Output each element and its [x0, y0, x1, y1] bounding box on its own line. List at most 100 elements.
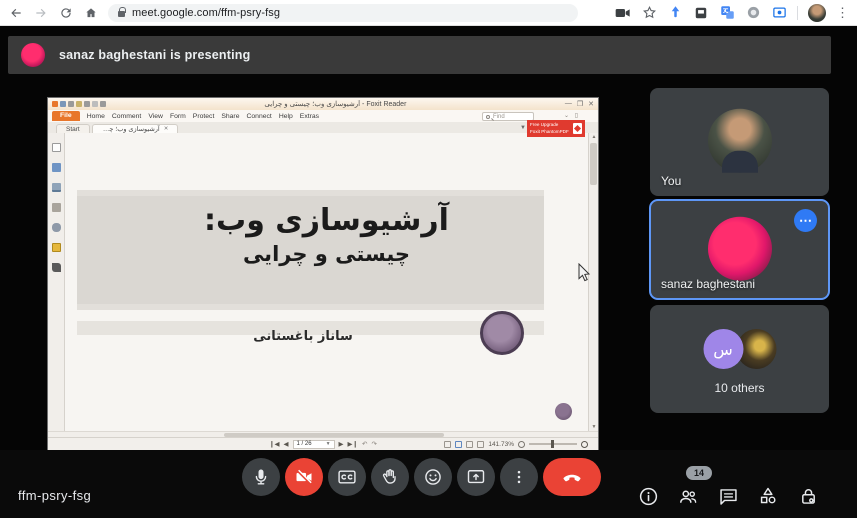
foxit-window-title: آرشیوسازی وب؛ چیستی و چرایی - Foxit Read…	[109, 100, 562, 108]
zoom-level[interactable]: 141.73%	[488, 441, 514, 448]
extension-dark-icon[interactable]	[693, 5, 709, 21]
raise-hand-button[interactable]	[371, 458, 409, 496]
microphone-button[interactable]	[242, 458, 280, 496]
comments-panel-icon[interactable]	[52, 203, 61, 212]
signature-panel-icon[interactable]	[52, 263, 61, 272]
continuous-view-icon[interactable]	[455, 441, 462, 448]
foxit-quick-access-icons[interactable]	[52, 101, 106, 107]
extension-arrow-icon[interactable]	[667, 5, 683, 21]
prev-page-icon[interactable]: ◀	[284, 440, 289, 448]
menu-extras[interactable]: Extras	[300, 113, 319, 120]
scroll-up-icon[interactable]: ▲	[589, 134, 599, 140]
menu-help[interactable]: Help	[279, 113, 293, 120]
bookmarks-panel-icon[interactable]	[52, 143, 61, 152]
participants-icon[interactable]	[677, 484, 699, 508]
forward-icon[interactable]	[33, 5, 49, 21]
next-page-icon[interactable]: ▶	[339, 440, 344, 448]
mouse-cursor	[578, 263, 591, 287]
chat-icon[interactable]	[717, 484, 739, 508]
zoom-slider-thumb[interactable]	[551, 440, 554, 448]
slide-title: آرشیوسازی وب: چیستی و چرایی	[65, 201, 588, 266]
camera-indicator-icon[interactable]	[615, 5, 631, 21]
meeting-details-icon[interactable]	[637, 484, 659, 508]
menu-comment[interactable]: Comment	[112, 113, 141, 120]
layers-panel-icon[interactable]	[52, 183, 61, 192]
snapshot-icon[interactable]	[100, 101, 106, 107]
browser-menu-icon[interactable]: ⋮	[836, 8, 849, 18]
continuous-facing-view-icon[interactable]	[477, 441, 484, 448]
slide-title-line1: آرشیوسازی وب:	[65, 201, 588, 242]
presenting-banner: sanaz baghestani is presenting	[8, 36, 831, 74]
prev-view-icon[interactable]: ↶	[362, 440, 367, 448]
close-icon[interactable]: ✕	[588, 100, 594, 108]
next-view-icon[interactable]: ↷	[371, 440, 376, 448]
undo-icon[interactable]	[84, 101, 90, 107]
zoom-slider[interactable]	[529, 443, 577, 445]
host-controls-icon[interactable]	[797, 484, 819, 508]
tile-sanaz-baghestani[interactable]: ⋯ sanaz baghestani	[650, 200, 829, 299]
zoom-out-icon[interactable]	[518, 441, 525, 448]
zoom-in-icon[interactable]	[581, 441, 588, 448]
url-text[interactable]: meet.google.com/ffm-psry-fsg	[132, 7, 280, 19]
https-lock-icon	[118, 11, 125, 17]
attachments-panel-icon[interactable]	[52, 223, 61, 232]
menu-protect[interactable]: Protect	[193, 113, 215, 120]
reactions-button[interactable]	[414, 458, 452, 496]
email-icon[interactable]	[76, 101, 82, 107]
activities-icon[interactable]	[757, 484, 779, 508]
menu-form[interactable]: Form	[170, 113, 186, 120]
find-tools-icons[interactable]: ⌄ ▯	[564, 112, 580, 119]
page-number-box[interactable]: 1 / 26 ▼	[293, 440, 335, 449]
tab-list-caret-icon[interactable]: ▼	[520, 125, 526, 131]
tab-start[interactable]: Start	[56, 124, 90, 133]
single-page-view-icon[interactable]	[444, 441, 451, 448]
reload-icon[interactable]	[58, 5, 74, 21]
more-options-button[interactable]	[500, 458, 538, 496]
restore-icon[interactable]: ❐	[577, 100, 583, 108]
phantompdf-promo-banner[interactable]: Free Upgrade Foxit PhantomPDF	[527, 120, 585, 137]
save-icon[interactable]	[60, 101, 66, 107]
vscroll-thumb[interactable]	[590, 143, 597, 185]
address-bar[interactable]: meet.google.com/ffm-psry-fsg	[108, 4, 578, 22]
present-screen-button[interactable]	[457, 458, 495, 496]
tile-you[interactable]: You	[650, 88, 829, 196]
first-page-icon[interactable]: ❙◀	[269, 440, 279, 448]
foxit-app-icon	[52, 101, 58, 107]
foxit-window-buttons[interactable]: — ❐ ✕	[565, 100, 594, 108]
menu-connect[interactable]: Connect	[246, 113, 271, 120]
menu-view[interactable]: View	[148, 113, 163, 120]
home-icon[interactable]	[83, 5, 99, 21]
sanaz-avatar	[708, 216, 772, 280]
redo-icon[interactable]	[92, 101, 98, 107]
meeting-panels	[637, 484, 819, 508]
tile-more-options-icon[interactable]: ⋯	[794, 209, 817, 232]
facing-view-icon[interactable]	[466, 441, 473, 448]
tab-document[interactable]: آرشیوسازی وب؛ چیستی و چرایی ✕	[92, 124, 179, 133]
others-label: 10 others	[650, 381, 829, 395]
security-panel-icon[interactable]	[52, 243, 61, 252]
camera-off-button[interactable]	[285, 458, 323, 496]
tile-others[interactable]: س 10 others	[650, 305, 829, 413]
extension-circle-icon[interactable]	[745, 5, 761, 21]
last-page-icon[interactable]: ▶❙	[348, 440, 358, 448]
scroll-down-icon[interactable]: ▼	[589, 424, 599, 430]
slide-title-line2: چیستی و چرایی	[65, 242, 588, 266]
leave-call-button[interactable]	[543, 458, 601, 496]
slide-author: ساناز باغستانی	[233, 329, 373, 344]
back-icon[interactable]	[8, 5, 24, 21]
print-icon[interactable]	[68, 101, 74, 107]
menu-file[interactable]: File	[52, 111, 80, 121]
minimize-icon[interactable]: —	[565, 100, 572, 108]
extension-box-icon[interactable]	[771, 5, 787, 21]
foxit-statusbar: ❙◀ ◀ 1 / 26 ▼ ▶ ▶❙ ↶ ↷ 141.73%	[48, 437, 598, 450]
profile-avatar[interactable]	[808, 4, 826, 22]
pages-panel-icon[interactable]	[52, 163, 61, 172]
captions-button[interactable]	[328, 458, 366, 496]
menu-share[interactable]: Share	[221, 113, 239, 120]
menu-home[interactable]: Home	[87, 113, 105, 120]
translate-icon[interactable]	[719, 5, 735, 21]
promo-line2: Foxit PhantomPDF	[530, 129, 569, 134]
page-caret-icon[interactable]: ▼	[326, 441, 331, 447]
bookmark-star-icon[interactable]	[641, 5, 657, 21]
tab-close-icon[interactable]: ✕	[164, 126, 169, 132]
